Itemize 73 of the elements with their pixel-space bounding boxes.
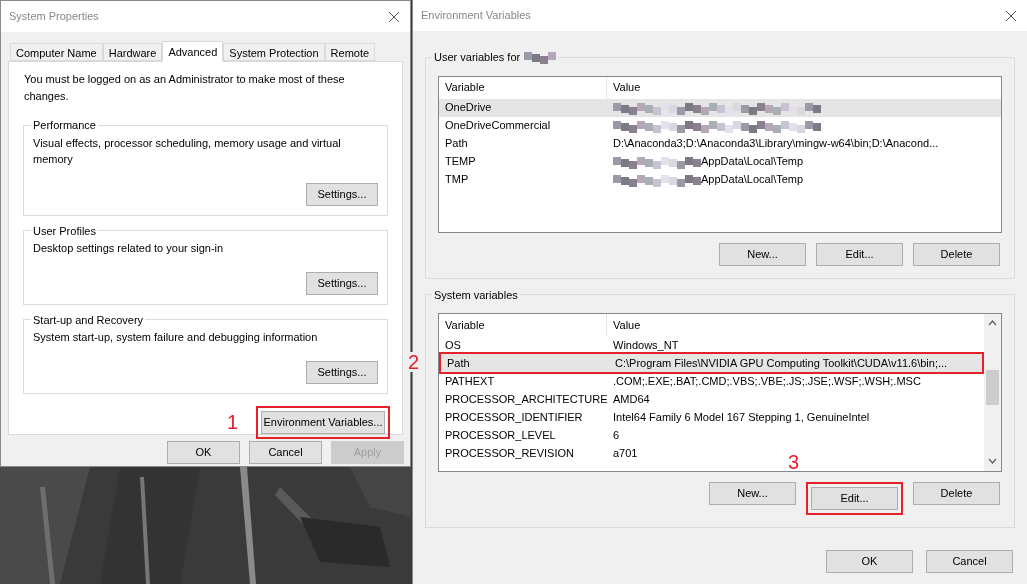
list-row[interactable]: Path D:\Anaconda3;D:\Anaconda3\Library\mingw-w64\bin;D:\Anacond... bbox=[439, 134, 1001, 153]
group-title: User variables for bbox=[434, 50, 521, 65]
list-button[interactable]: Edit... bbox=[816, 242, 903, 266]
list-button[interactable]: New... bbox=[719, 242, 806, 266]
variable-value: .COM;.EXE;.BAT;.CMD;.VBS;.VBE;.JS;.JSE;.WSF;.WSH;.MSC bbox=[613, 373, 921, 389]
group-description: System start-up, system failure and debugging information bbox=[33, 330, 319, 345]
column-header[interactable]: Value bbox=[607, 76, 1001, 99]
list-button[interactable]: Delete bbox=[913, 482, 1000, 505]
group-description: Visual effects, processor scheduling, memory usage and virtual memory bbox=[33, 135, 342, 167]
dialog-button[interactable]: OK bbox=[826, 550, 913, 573]
variable-name: Path bbox=[444, 136, 469, 152]
group-title: Performance bbox=[32, 118, 97, 133]
settings-button[interactable]: Settings... bbox=[306, 360, 378, 384]
list-row[interactable]: PROCESSOR_ARCHITECTURE AMD64 bbox=[439, 390, 984, 408]
window-title: System Properties bbox=[9, 9, 99, 25]
window-title: Environment Variables bbox=[421, 8, 531, 24]
close-icon[interactable] bbox=[1005, 9, 1017, 22]
variable-name: TMP bbox=[444, 172, 470, 188]
variable-value: C:\Program Files\NVIDIA GPU Computing Toolkit\CUDA\v11.6\bin;... bbox=[615, 355, 948, 371]
variable-name: TEMP bbox=[444, 154, 477, 170]
list-row[interactable]: PROCESSOR_LEVEL 6 bbox=[439, 426, 984, 444]
close-icon[interactable] bbox=[388, 10, 400, 23]
annotation-number: 2 bbox=[407, 352, 421, 372]
dialog-button[interactable]: Cancel bbox=[926, 550, 1013, 573]
variable-value: D:\Anaconda3;D:\Anaconda3\Library\mingw-w64\bin;D:\Anacond... bbox=[613, 136, 939, 152]
variable-name: Path bbox=[446, 355, 471, 371]
annotation-number: 1 bbox=[226, 411, 238, 432]
scrollbar[interactable] bbox=[984, 314, 1001, 471]
list-row[interactable]: PROCESSOR_IDENTIFIER Intel64 Family 6 Model 167 Stepping 1, GenuineIntel bbox=[439, 408, 984, 426]
variable-value: Windows_NT bbox=[613, 337, 679, 353]
tab[interactable]: Remote bbox=[324, 43, 376, 61]
list-button[interactable]: Edit... bbox=[811, 487, 898, 510]
group-title: User Profiles bbox=[32, 223, 97, 239]
variable-name: PROCESSOR_IDENTIFIER bbox=[444, 409, 584, 425]
list-row[interactable]: TEMP AppData\Local\Temp bbox=[439, 152, 1001, 171]
tab[interactable]: Advanced bbox=[162, 41, 224, 62]
list-row[interactable]: TMP AppData\Local\Temp bbox=[439, 170, 1001, 189]
variable-name: PROCESSOR_LEVEL bbox=[444, 427, 557, 443]
variable-name: OS bbox=[444, 337, 462, 353]
list-row[interactable]: Path C:\Program Files\NVIDIA GPU Computing Toolkit\CUDA\v11.6\bin;... bbox=[441, 354, 982, 372]
list-button[interactable]: New... bbox=[709, 482, 796, 505]
list-row[interactable]: OS Windows_NT bbox=[439, 336, 984, 354]
variable-value: AppData\Local\Temp bbox=[701, 154, 804, 170]
group-title: System variables bbox=[434, 287, 518, 303]
tab[interactable]: Computer Name bbox=[10, 43, 103, 61]
environment-variables-button[interactable]: Environment Variables... bbox=[261, 410, 385, 434]
column-header[interactable]: Variable bbox=[439, 76, 607, 99]
dialog-button[interactable]: OK bbox=[167, 441, 240, 464]
list-row[interactable]: OneDrive bbox=[439, 98, 1001, 117]
variable-name: PATHEXT bbox=[444, 373, 496, 389]
variable-name: PROCESSOR_REVISION bbox=[444, 445, 575, 461]
column-header[interactable]: Variable bbox=[439, 314, 607, 336]
group-description: Desktop settings related to your sign-in bbox=[33, 241, 225, 256]
tab[interactable]: System Protection bbox=[223, 43, 325, 61]
variable-value: Intel64 Family 6 Model 167 Stepping 1, GenuineIntel bbox=[613, 409, 870, 425]
variable-value: a701 bbox=[613, 445, 638, 461]
notice-text: You must be logged on as an Administrator to make most of these changes. bbox=[23, 72, 346, 104]
annotation-number: 3 bbox=[788, 452, 800, 472]
variable-value: AMD64 bbox=[613, 391, 650, 407]
variable-name: OneDriveCommercial bbox=[444, 118, 552, 134]
list-row[interactable]: OneDriveCommercial bbox=[439, 116, 1001, 135]
settings-button[interactable]: Settings... bbox=[306, 182, 378, 206]
variable-value: AppData\Local\Temp bbox=[701, 172, 804, 188]
variable-value: 6 bbox=[613, 427, 620, 443]
group-title: Start-up and Recovery bbox=[32, 312, 145, 328]
dialog-button[interactable]: Cancel bbox=[249, 441, 322, 464]
tab[interactable]: Hardware bbox=[102, 43, 163, 61]
column-header[interactable]: Value bbox=[607, 314, 984, 336]
list-row[interactable]: PATHEXT .COM;.EXE;.BAT;.CMD;.VBS;.VBE;.JS;.JSE;.WSF;.WSH;.MSC bbox=[439, 372, 984, 390]
settings-button[interactable]: Settings... bbox=[306, 271, 378, 295]
list-button[interactable]: Delete bbox=[913, 242, 1000, 266]
variable-name: PROCESSOR_ARCHITECTURE bbox=[444, 391, 607, 407]
variable-name: OneDrive bbox=[444, 100, 493, 116]
